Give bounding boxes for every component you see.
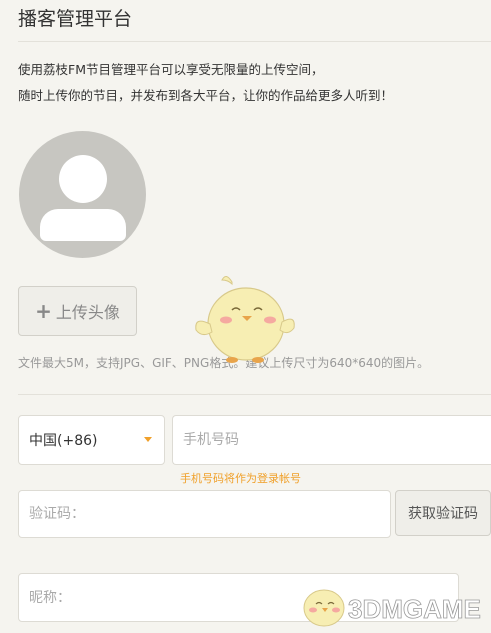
upload-avatar-label: 上传头像 <box>55 303 120 322</box>
avatar-user-icon-body <box>40 209 126 241</box>
section-divider <box>18 394 491 395</box>
phone-input[interactable] <box>172 415 491 465</box>
watermark-logo: 3DMGAME <box>303 589 481 627</box>
get-verification-code-button[interactable]: 获取验证码 <box>395 490 491 536</box>
upload-avatar-button[interactable]: + 上传头像 <box>18 286 137 336</box>
intro-text: 使用荔枝FM节目管理平台可以享受无限量的上传空间， 随时上传你的节目，并发布到各… <box>18 57 488 109</box>
watermark-mascot-icon <box>303 589 345 627</box>
chevron-down-icon <box>144 437 152 442</box>
verification-code-input[interactable] <box>18 490 391 538</box>
avatar-placeholder[interactable] <box>19 131 146 258</box>
intro-line-2: 随时上传你的节目，并发布到各大平台，让你的作品给更多人听到！ <box>18 88 394 103</box>
country-code-select[interactable]: 中国(+86) <box>18 415 165 465</box>
avatar-user-icon-head <box>59 155 107 203</box>
phone-hint: 手机号码将作为登录帐号 <box>180 472 301 485</box>
page-title: 播客管理平台 <box>18 8 133 30</box>
country-code-value: 中国(+86) <box>29 433 98 449</box>
title-divider <box>18 41 491 42</box>
plus-icon: + <box>35 299 52 323</box>
intro-line-1: 使用荔枝FM节目管理平台可以享受无限量的上传空间， <box>18 62 324 77</box>
watermark-text: 3DMGAME <box>348 594 481 624</box>
mascot-bird-icon <box>195 276 295 363</box>
